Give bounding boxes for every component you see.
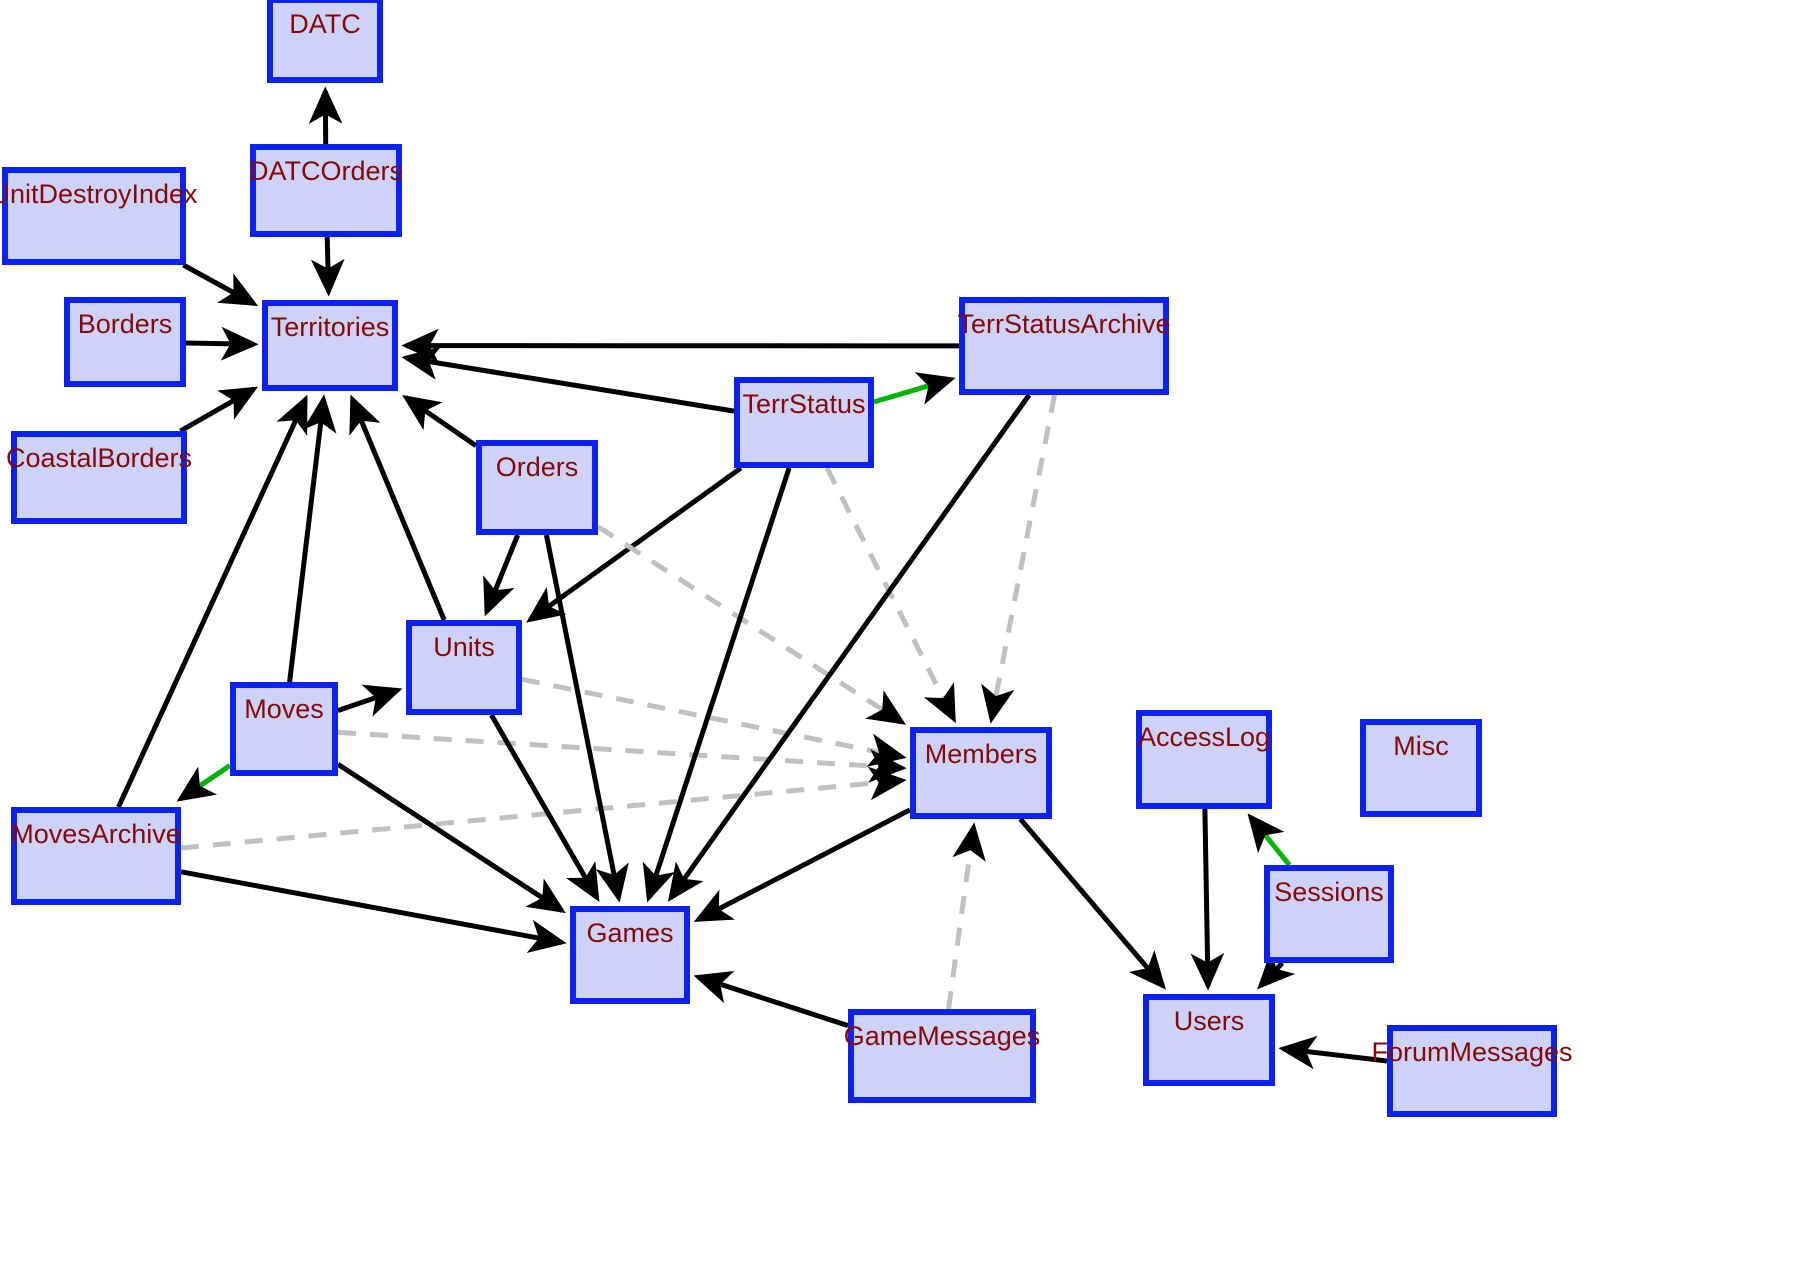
table-node-unitdestroyindex[interactable]: UnitDestroyIndex xyxy=(0,167,198,265)
table-node-moves[interactable]: Moves xyxy=(230,682,338,776)
node-box[interactable] xyxy=(64,297,186,387)
edge-gamemessages-to-games xyxy=(693,971,849,1028)
node-box[interactable] xyxy=(848,1009,1036,1103)
edge-orders-to-units xyxy=(483,534,521,617)
table-node-users[interactable]: Users xyxy=(1143,994,1275,1086)
table-node-games[interactable]: Games xyxy=(570,906,690,1004)
node-box[interactable] xyxy=(1387,1025,1557,1117)
edge-movesarchive-to-members xyxy=(180,766,907,851)
edge-forummessages-to-users xyxy=(1278,1035,1388,1070)
edge-sessions-to-users xyxy=(1257,950,1296,990)
edge-gamemessages-to-members xyxy=(946,822,986,1010)
node-box[interactable] xyxy=(1360,719,1482,817)
edge-coastalborders-to-territories xyxy=(179,386,259,434)
diagram-canvas: DATC DATCOrders UnitDestroyIndex Borders Ter… xyxy=(0,0,1799,1277)
table-node-gamemessages[interactable]: GameMessages xyxy=(844,1009,1041,1103)
edge-movesarchive-to-games xyxy=(180,869,567,954)
edge-moves-to-units xyxy=(337,684,403,717)
table-node-coastalborders[interactable]: CoastalBorders xyxy=(6,431,192,524)
table-node-sessions[interactable]: Sessions xyxy=(1264,865,1394,963)
table-node-terrstatus[interactable]: TerrStatus xyxy=(734,377,874,468)
edge-moves-to-territories xyxy=(287,394,337,683)
edge-borders-to-territories xyxy=(185,326,259,361)
table-node-datcorders[interactable]: DATCOrders xyxy=(249,144,403,237)
edge-orders-to-territories xyxy=(402,394,478,448)
node-box[interactable] xyxy=(1136,710,1272,809)
node-box[interactable] xyxy=(570,906,690,1004)
edge-units-to-territories xyxy=(349,394,447,621)
table-node-members[interactable]: Members xyxy=(910,727,1052,819)
edge-moves-to-games xyxy=(336,762,566,914)
table-node-terrstatusarchive[interactable]: TerrStatusArchive xyxy=(957,297,1171,395)
edge-orders-to-members xyxy=(596,524,906,725)
edge-terrstatus-to-territories xyxy=(401,346,735,414)
edge-terrstatusarchive-to-games xyxy=(667,393,1032,902)
node-box[interactable] xyxy=(910,727,1052,819)
edge-terrstatus-to-terrstatusarchive xyxy=(873,372,956,405)
node-box[interactable] xyxy=(476,440,598,535)
node-box[interactable] xyxy=(734,377,874,468)
table-node-territories[interactable]: Territories xyxy=(262,300,398,391)
edge-moves-to-movesarchive xyxy=(176,763,232,802)
table-node-misc[interactable]: Misc xyxy=(1360,719,1482,817)
table-node-forummessages[interactable]: ForumMessages xyxy=(1371,1025,1573,1117)
node-box[interactable] xyxy=(959,297,1169,395)
node-layer: DATC DATCOrders UnitDestroyIndex Borders Ter… xyxy=(0,0,1573,1117)
node-box[interactable] xyxy=(406,620,522,715)
edge-members-to-users xyxy=(1018,817,1166,990)
node-box[interactable] xyxy=(1264,865,1394,963)
edge-sessions-to-accesslog xyxy=(1247,813,1292,867)
node-box[interactable] xyxy=(2,167,186,265)
edge-datcorders-to-territories xyxy=(310,236,345,297)
edge-accesslog-to-users xyxy=(1190,808,1225,991)
node-box[interactable] xyxy=(262,300,398,391)
edge-units-to-games xyxy=(489,713,600,903)
edge-terrstatusarchive-to-members xyxy=(981,394,1057,724)
node-box[interactable] xyxy=(1143,994,1275,1086)
edge-unitdestroyindex-to-territories xyxy=(182,262,259,307)
table-node-accesslog[interactable]: AccessLog xyxy=(1136,710,1272,809)
edge-orders-to-games xyxy=(543,534,629,903)
table-node-movesarchive[interactable]: MovesArchive xyxy=(11,807,181,905)
table-node-borders[interactable]: Borders xyxy=(64,297,186,387)
table-node-orders[interactable]: Orders xyxy=(476,440,598,535)
node-box[interactable] xyxy=(267,0,383,83)
entity-relationship-graph: DATC DATCOrders UnitDestroyIndex Borders Ter… xyxy=(0,0,1573,1117)
node-box[interactable] xyxy=(11,807,181,905)
node-box[interactable] xyxy=(230,682,338,776)
table-node-units[interactable]: Units xyxy=(406,620,522,715)
table-node-datc[interactable]: DATC xyxy=(267,0,383,83)
node-box[interactable] xyxy=(11,431,187,524)
node-box[interactable] xyxy=(250,144,402,237)
edge-members-to-games xyxy=(693,807,912,922)
